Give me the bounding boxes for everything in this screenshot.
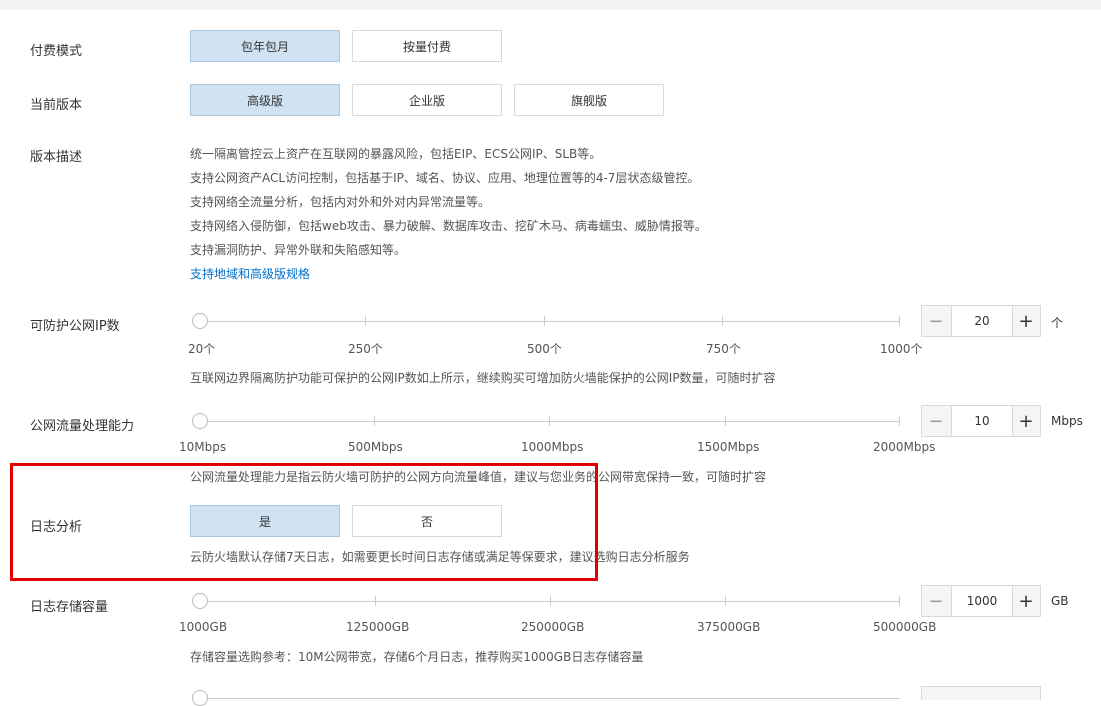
bandwidth-stepper: − 10 + <box>921 405 1041 437</box>
edition-enterprise-button[interactable]: 企业版 <box>352 84 502 116</box>
slider-tick-label: 500Mbps <box>348 440 403 454</box>
bandwidth-label: 公网流量处理能力 <box>30 419 135 434</box>
minus-icon[interactable]: − <box>922 406 950 436</box>
plus-icon[interactable]: + <box>1012 306 1040 336</box>
ip-count-stepper: − 20 + <box>921 305 1041 337</box>
slider-tick-label: 375000GB <box>697 620 761 634</box>
log-storage-hint: 存储容量选购参考：10M公网带宽，存储6个月日志，推荐购买1000GB日志存储容… <box>190 650 644 664</box>
log-storage-label: 日志存储容量 <box>30 600 109 615</box>
slider-tick-label: 250000GB <box>521 620 585 634</box>
slider-tick-label: 1000个 <box>880 342 923 356</box>
slider-tick <box>550 596 551 606</box>
slider-tick <box>365 316 366 326</box>
highlight-box <box>10 463 598 581</box>
slider-tick-label: 250个 <box>348 342 383 356</box>
ip-count-label: 可防护公网IP数 <box>30 319 120 334</box>
slider-tick <box>549 416 550 426</box>
slider-tick-label: 1500Mbps <box>697 440 760 454</box>
minus-icon[interactable]: − <box>922 586 950 616</box>
slider-tick <box>722 316 723 326</box>
next-slider-thumb[interactable] <box>192 690 208 706</box>
slider-tick-label: 500个 <box>527 342 562 356</box>
slider-tick-label: 750个 <box>706 342 741 356</box>
next-stepper <box>921 686 1041 700</box>
description-line: 支持公网资产ACL访问控制，包括基于IP、域名、协议、应用、地理位置等的4-7层… <box>190 171 700 185</box>
ip-count-slider-track[interactable] <box>200 321 900 322</box>
slider-tick-label: 1000Mbps <box>521 440 584 454</box>
edition-advanced-button[interactable]: 高级版 <box>190 84 340 116</box>
ip-count-value[interactable]: 20 <box>951 306 1013 336</box>
slider-tick-label: 500000GB <box>873 620 937 634</box>
region-spec-link[interactable]: 支持地域和高级版规格 <box>190 265 310 282</box>
description-line: 支持网络全流量分析，包括内对外和外对内异常流量等。 <box>190 195 491 209</box>
minus-icon[interactable]: − <box>922 306 950 336</box>
slider-tick-label: 125000GB <box>346 620 410 634</box>
slider-tick-label: 10Mbps <box>179 440 227 454</box>
slider-tick <box>374 416 375 426</box>
bandwidth-slider-track[interactable] <box>200 421 900 422</box>
slider-tick <box>899 316 900 326</box>
billing-label: 付费模式 <box>30 44 83 59</box>
slider-tick <box>725 416 726 426</box>
slider-tick <box>544 316 545 326</box>
slider-tick <box>899 416 900 426</box>
ip-count-slider-thumb[interactable] <box>192 313 208 329</box>
log-storage-unit: GB <box>1051 594 1069 608</box>
edition-flagship-button[interactable]: 旗舰版 <box>514 84 664 116</box>
edition-label: 当前版本 <box>30 98 83 113</box>
log-storage-slider-thumb[interactable] <box>192 593 208 609</box>
bandwidth-slider-thumb[interactable] <box>192 413 208 429</box>
log-storage-stepper: − 1000 + <box>921 585 1041 617</box>
ip-count-unit: 个 <box>1051 316 1064 330</box>
slider-tick-label: 2000Mbps <box>873 440 936 454</box>
description-label: 版本描述 <box>30 150 83 165</box>
next-slider-track[interactable] <box>200 698 900 699</box>
description-line: 支持漏洞防护、异常外联和失陷感知等。 <box>190 243 407 257</box>
billing-yearly-button[interactable]: 包年包月 <box>190 30 340 62</box>
bandwidth-value[interactable]: 10 <box>951 406 1013 436</box>
description-line: 支持网络入侵防御，包括web攻击、暴力破解、数据库攻击、挖矿木马、病毒蠕虫、威胁… <box>190 219 707 233</box>
slider-tick <box>725 596 726 606</box>
plus-icon[interactable]: + <box>1012 406 1040 436</box>
billing-payg-button[interactable]: 按量付费 <box>352 30 502 62</box>
slider-tick <box>375 596 376 606</box>
slider-tick-label: 1000GB <box>179 620 228 634</box>
description-line: 统一隔离管控云上资产在互联网的暴露风险，包括EIP、ECS公网IP、SLB等。 <box>190 147 602 161</box>
top-bar <box>0 0 1101 10</box>
plus-icon[interactable]: + <box>1012 586 1040 616</box>
log-storage-value[interactable]: 1000 <box>951 586 1013 616</box>
ip-count-hint: 互联网边界隔离防护功能可保护的公网IP数如上所示，继续购买可增加防火墙能保护的公… <box>190 371 776 385</box>
bandwidth-unit: Mbps <box>1051 414 1083 428</box>
slider-tick <box>899 596 900 606</box>
slider-tick-label: 20个 <box>188 342 216 356</box>
